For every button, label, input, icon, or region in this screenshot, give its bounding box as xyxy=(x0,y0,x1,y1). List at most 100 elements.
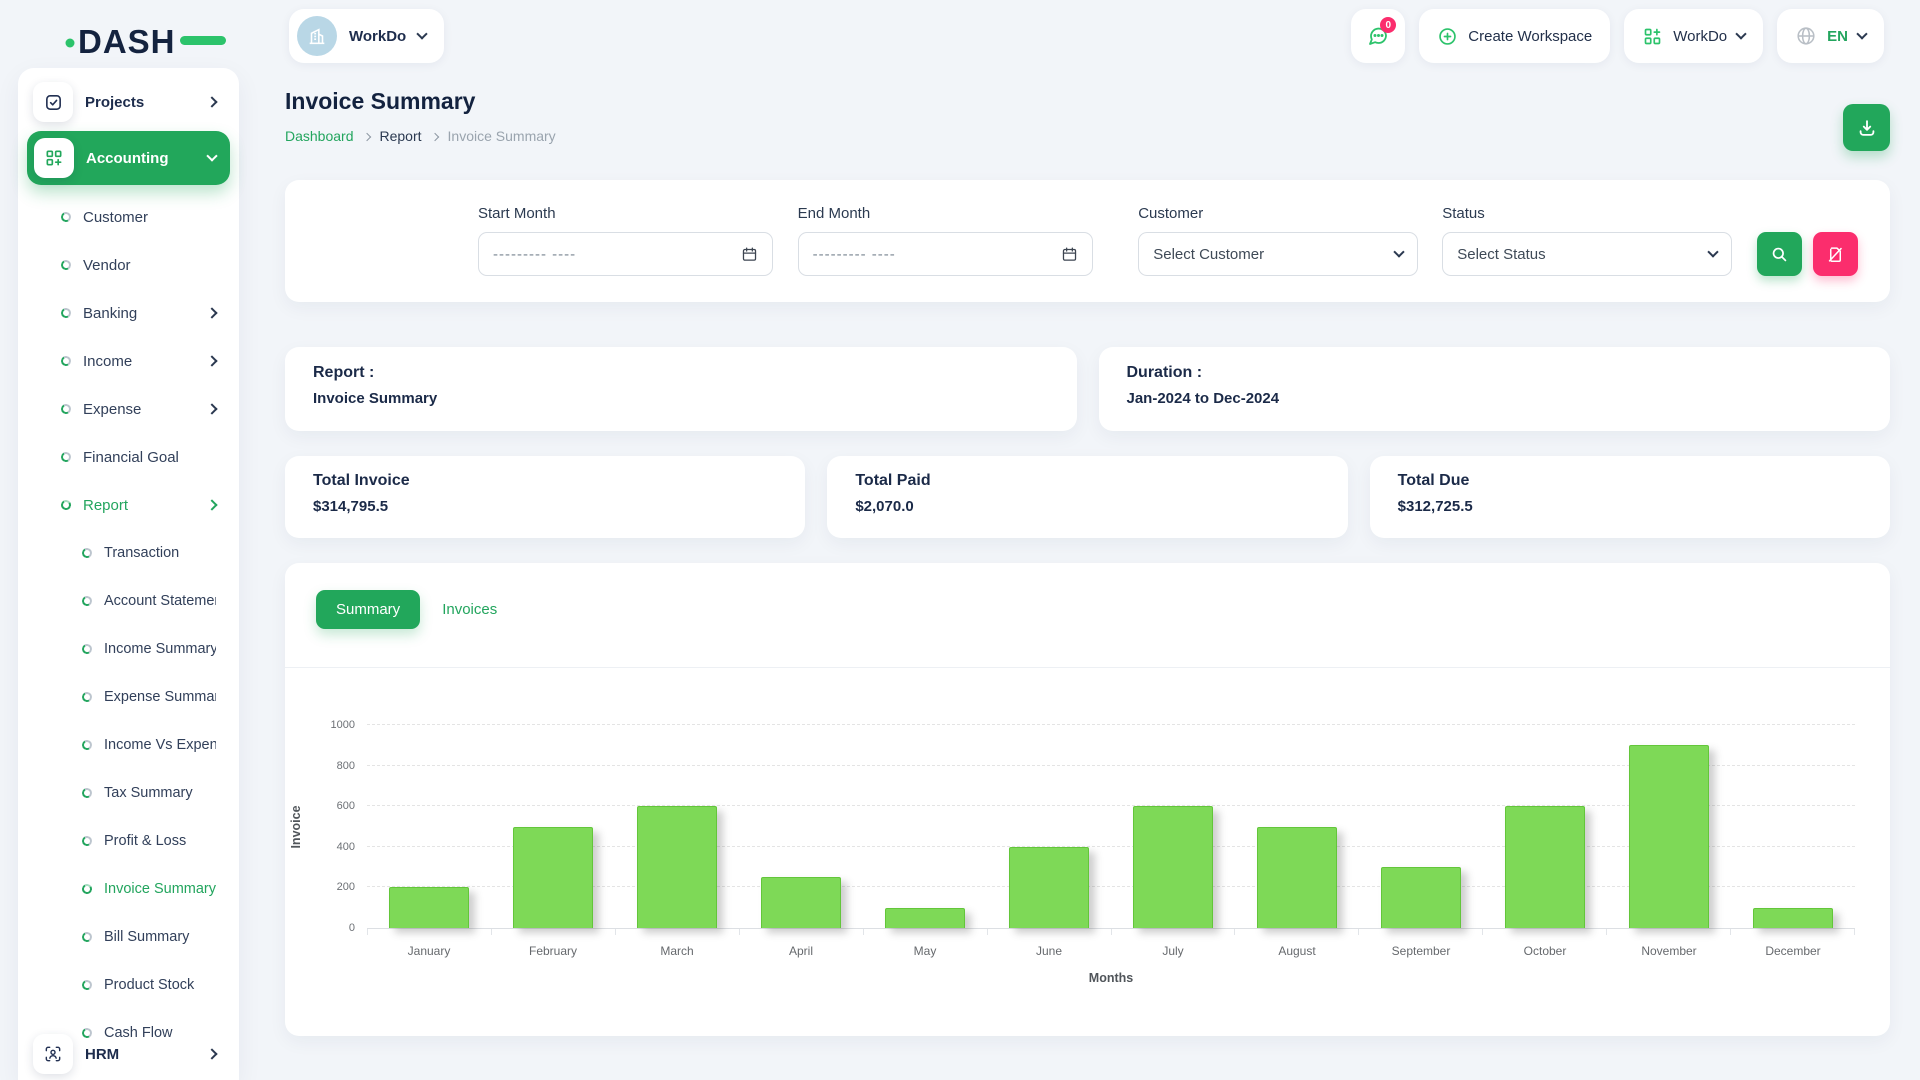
bar-may[interactable] xyxy=(885,908,964,928)
bar-march[interactable] xyxy=(637,806,716,928)
sidebar-item-income-summary[interactable]: Income Summary xyxy=(27,625,230,673)
x-tick-label: March xyxy=(615,944,739,958)
create-workspace-button[interactable]: Create Workspace xyxy=(1419,9,1610,63)
sidebar-item-report[interactable]: Report xyxy=(27,481,230,529)
breadcrumb-dashboard[interactable]: Dashboard xyxy=(285,128,354,144)
sidebar-item-income-vs-expense[interactable]: Income Vs Expense xyxy=(27,721,230,769)
status-label: Status xyxy=(1442,205,1732,222)
breadcrumb-current: Invoice Summary xyxy=(448,128,556,144)
bullet-icon xyxy=(81,643,93,655)
sidebar-item-expense-summary[interactable]: Expense Summary xyxy=(27,673,230,721)
bullet-icon xyxy=(60,211,72,223)
bar-slot xyxy=(1359,725,1483,928)
tab-summary[interactable]: Summary xyxy=(316,590,420,629)
bar-september[interactable] xyxy=(1381,867,1460,928)
y-tick-label: 200 xyxy=(315,881,355,893)
customer-select[interactable]: Select Customer xyxy=(1138,232,1418,276)
messages-button[interactable]: 0 xyxy=(1351,9,1405,63)
sidebar-item-account-statement[interactable]: Account Statement xyxy=(27,577,230,625)
sidebar-item-transaction[interactable]: Transaction xyxy=(27,529,230,577)
search-button[interactable] xyxy=(1757,232,1802,276)
checkbox-icon xyxy=(33,82,73,122)
reset-filter-button[interactable] xyxy=(1813,232,1858,276)
x-tick-mark xyxy=(1112,929,1236,935)
workspace-switcher[interactable]: WorkDo xyxy=(289,9,444,63)
customer-label: Customer xyxy=(1138,205,1418,222)
page-title: Invoice Summary xyxy=(285,88,1890,115)
sidebar-item-projects[interactable]: Projects xyxy=(27,78,230,126)
bar-february[interactable] xyxy=(513,827,592,929)
bar-slot xyxy=(987,725,1111,928)
x-tick-mark xyxy=(1235,929,1359,935)
end-month-input[interactable]: --------- ---- xyxy=(798,232,1094,276)
calendar-icon xyxy=(1061,246,1078,263)
sidebar-item-label: Bill Summary xyxy=(104,929,216,945)
chevron-down-icon xyxy=(1707,246,1718,257)
x-tick-label: July xyxy=(1111,944,1235,958)
total-invoice-value: $314,795.5 xyxy=(313,498,777,515)
sidebar-item-label: Profit & Loss xyxy=(104,833,216,849)
calendar-icon xyxy=(741,246,758,263)
chart-tabs: Summary Invoices xyxy=(285,590,1890,629)
bar-november[interactable] xyxy=(1629,745,1708,928)
duration-label: Duration : xyxy=(1127,364,1863,382)
x-tick-mark xyxy=(864,929,988,935)
total-invoice-label: Total Invoice xyxy=(313,472,777,490)
bar-slot xyxy=(1483,725,1607,928)
workspace-menu-button[interactable]: WorkDo xyxy=(1624,9,1763,63)
building-icon xyxy=(306,25,328,47)
chevron-down-icon xyxy=(206,150,217,161)
x-tick-label: April xyxy=(739,944,863,958)
bar-slot xyxy=(491,725,615,928)
bullet-icon xyxy=(81,883,93,895)
sidebar-item-label: Tax Summary xyxy=(104,785,216,801)
sidebar-item-customer[interactable]: Customer xyxy=(27,193,230,241)
sidebar-item-banking[interactable]: Banking xyxy=(27,289,230,337)
bar-august[interactable] xyxy=(1257,827,1336,929)
sidebar-item-label: Income Summary xyxy=(104,641,216,657)
sidebar-item-invoice-summary[interactable]: Invoice Summary xyxy=(27,865,230,913)
sidebar-item-bill-summary[interactable]: Bill Summary xyxy=(27,913,230,961)
sidebar-item-profit-loss[interactable]: Profit & Loss xyxy=(27,817,230,865)
x-tick-label: August xyxy=(1235,944,1359,958)
sidebar-item-income[interactable]: Income xyxy=(27,337,230,385)
bar-january[interactable] xyxy=(389,887,468,928)
sidebar-item-tax-summary[interactable]: Tax Summary xyxy=(27,769,230,817)
start-month-input[interactable]: --------- ---- xyxy=(478,232,773,276)
bar-december[interactable] xyxy=(1753,908,1832,928)
workspace-name: WorkDo xyxy=(349,28,406,45)
bar-july[interactable] xyxy=(1133,806,1212,928)
tab-invoices[interactable]: Invoices xyxy=(430,590,509,629)
sidebar-item-label: Projects xyxy=(85,94,196,111)
chart-bars xyxy=(367,725,1855,928)
bullet-icon xyxy=(81,547,93,559)
grid-plus-icon xyxy=(1642,26,1663,47)
sidebar-item-accounting[interactable]: Accounting xyxy=(27,131,230,185)
sidebar-item-product-stock[interactable]: Product Stock xyxy=(27,961,230,1009)
download-button[interactable] xyxy=(1843,104,1890,151)
sidebar-item-financial-goal[interactable]: Financial Goal xyxy=(27,433,230,481)
status-selected-value: Select Status xyxy=(1457,246,1709,263)
sidebar-item-hrm[interactable]: HRM xyxy=(27,1030,230,1078)
bar-slot xyxy=(1731,725,1855,928)
bar-october[interactable] xyxy=(1505,806,1584,928)
end-month-value: --------- ---- xyxy=(813,246,1062,263)
status-select[interactable]: Select Status xyxy=(1442,232,1732,276)
app-logo[interactable]: DASH xyxy=(64,18,244,62)
chevron-right-icon xyxy=(206,355,217,366)
sidebar-item-label: Customer xyxy=(83,209,216,226)
chart-x-axis-title: Months xyxy=(367,971,1855,985)
bar-june[interactable] xyxy=(1009,847,1088,928)
filter-panel: Start Month --------- ---- End Month ---… xyxy=(285,180,1890,302)
language-selector[interactable]: EN xyxy=(1777,9,1884,63)
x-tick-mark xyxy=(1359,929,1483,935)
x-tick-label: February xyxy=(491,944,615,958)
x-tick-mark xyxy=(492,929,616,935)
sidebar-item-label: Financial Goal xyxy=(83,449,216,466)
bar-april[interactable] xyxy=(761,877,840,928)
sidebar-item-vendor[interactable]: Vendor xyxy=(27,241,230,289)
bullet-icon xyxy=(81,595,93,607)
bullet-icon xyxy=(81,931,93,943)
sidebar-item-expense[interactable]: Expense xyxy=(27,385,230,433)
breadcrumb-report[interactable]: Report xyxy=(380,128,422,144)
